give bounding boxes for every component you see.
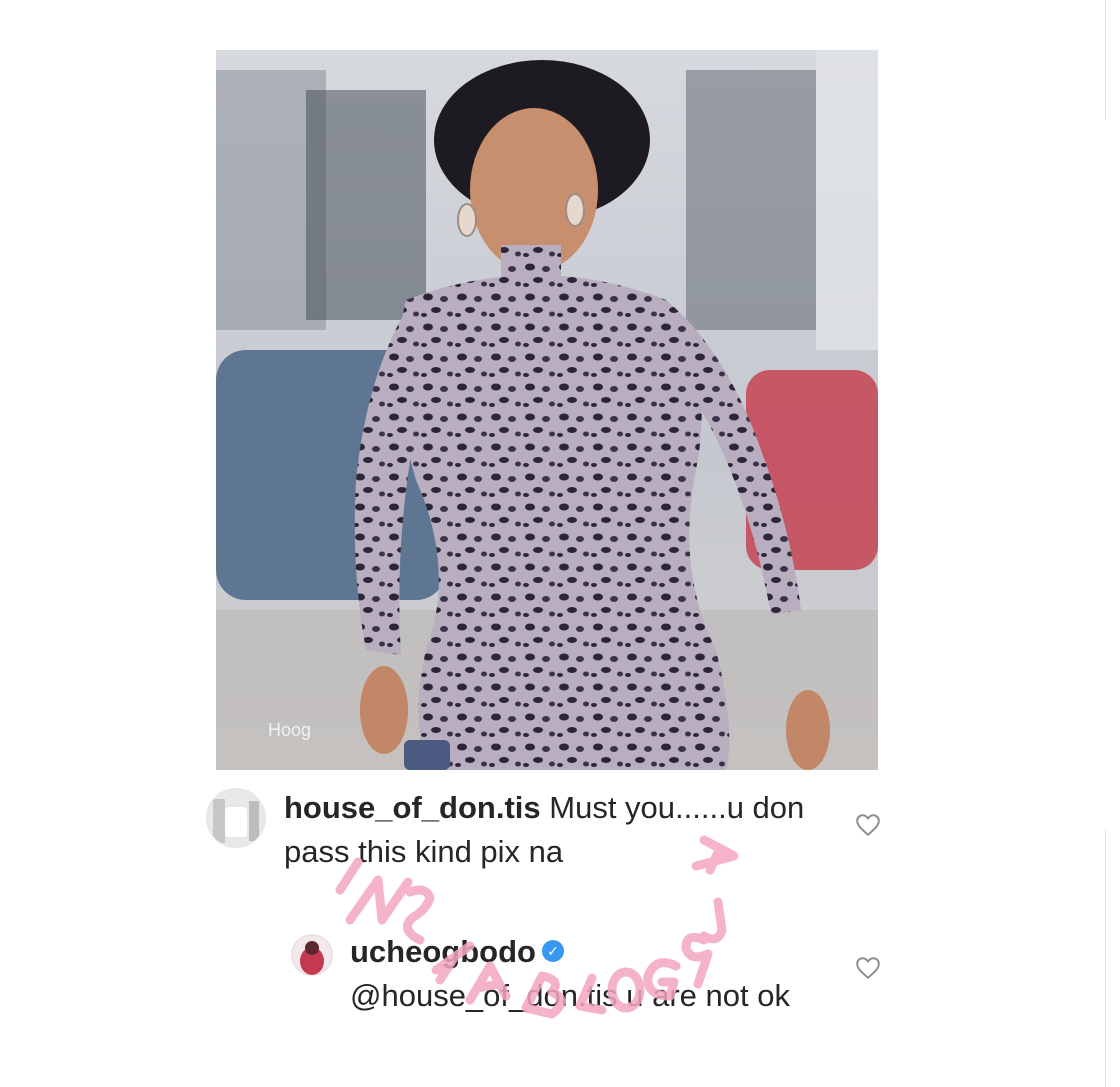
photo-watermark: Hoog [268,720,311,740]
reply-avatar[interactable] [291,934,333,976]
comment-username[interactable]: house_of_don.tis [284,790,541,825]
reply-username[interactable]: ucheogbodo [350,934,536,969]
post-image[interactable]: Hoog [216,50,878,770]
comment-body: house_of_don.tis Must you......u don pas… [284,786,814,874]
post-photo: Hoog [216,50,878,770]
reply-body: ucheogbodo ✓ @house_of_don.tis u are not … [350,930,790,1018]
edge-divider-top [1105,0,1106,120]
reply-avatar-image [292,935,332,975]
reply-text: u are not ok [617,978,790,1013]
edge-divider-bottom [1105,830,1106,1087]
reply-mention[interactable]: @house_of_don.tis [350,978,618,1013]
heart-outline-icon[interactable] [855,955,881,981]
comments-section: house_of_don.tis Must you......u don pas… [190,770,930,1070]
heart-outline-icon[interactable] [855,812,881,838]
verified-badge-icon: ✓ [541,939,564,962]
avatar[interactable] [206,788,266,848]
avatar-image [207,789,265,847]
